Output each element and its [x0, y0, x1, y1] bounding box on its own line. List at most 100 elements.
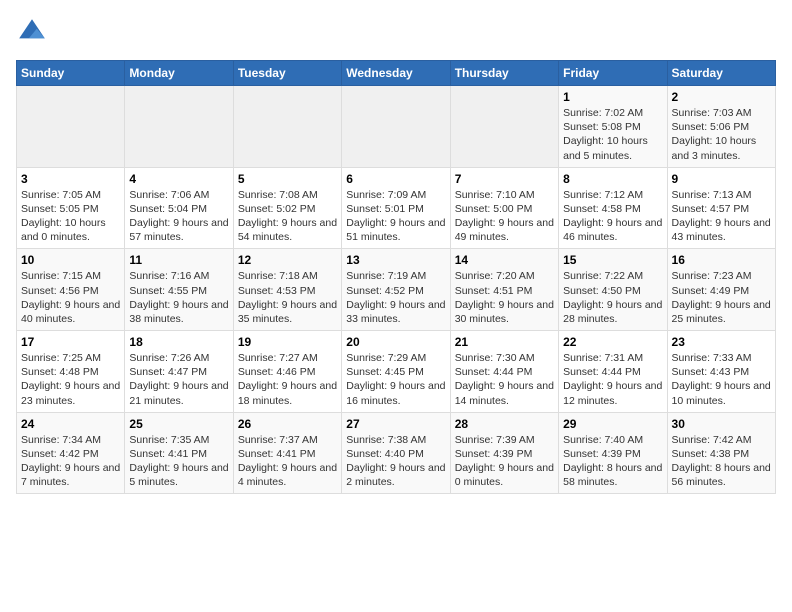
- day-number: 27: [346, 417, 445, 431]
- calendar-cell: 1 Sunrise: 7:02 AMSunset: 5:08 PMDaylight…: [559, 86, 667, 168]
- calendar-week: 17Sunrise: 7:25 AMSunset: 4:48 PMDayligh…: [17, 331, 776, 413]
- calendar-cell: 6 Sunrise: 7:09 AMSunset: 5:01 PMDaylight…: [342, 167, 450, 249]
- day-info: Sunrise: 7:18 AMSunset: 4:53 PMDaylight:…: [238, 269, 337, 326]
- day-number: 13: [346, 253, 445, 267]
- calendar-cell: 11 Sunrise: 7:16 AMSunset: 4:55 PMDayligh…: [125, 249, 233, 331]
- calendar-cell: 2Sunrise: 7:03 AMSunset: 5:06 PMDaylight…: [667, 86, 775, 168]
- day-number: 8: [563, 172, 662, 186]
- calendar-cell: [233, 86, 341, 168]
- day-info: Sunrise: 7:25 AMSunset: 4:48 PMDaylight:…: [21, 351, 120, 408]
- day-number: 5: [238, 172, 337, 186]
- weekday-header: Saturday: [667, 61, 775, 86]
- weekday-header: Monday: [125, 61, 233, 86]
- day-number: 15: [563, 253, 662, 267]
- logo-icon: [16, 16, 48, 48]
- day-info: Sunrise: 7:33 AMSunset: 4:43 PMDaylight:…: [672, 351, 771, 408]
- calendar-cell: 17Sunrise: 7:25 AMSunset: 4:48 PMDayligh…: [17, 331, 125, 413]
- calendar-cell: 29 Sunrise: 7:40 AMSunset: 4:39 PMDayligh…: [559, 412, 667, 494]
- weekday-header: Tuesday: [233, 61, 341, 86]
- day-info: Sunrise: 7:08 AMSunset: 5:02 PMDaylight:…: [238, 188, 337, 245]
- calendar-cell: 12 Sunrise: 7:18 AMSunset: 4:53 PMDayligh…: [233, 249, 341, 331]
- day-number: 6: [346, 172, 445, 186]
- day-number: 21: [455, 335, 554, 349]
- calendar-cell: 13 Sunrise: 7:19 AMSunset: 4:52 PMDayligh…: [342, 249, 450, 331]
- day-number: 19: [238, 335, 337, 349]
- day-info: Sunrise: 7:13 AMSunset: 4:57 PMDaylight:…: [672, 188, 771, 245]
- day-number: 22: [563, 335, 662, 349]
- calendar-cell: 19 Sunrise: 7:27 AMSunset: 4:46 PMDayligh…: [233, 331, 341, 413]
- day-number: 30: [672, 417, 771, 431]
- calendar-cell: 14Sunrise: 7:20 AMSunset: 4:51 PMDayligh…: [450, 249, 558, 331]
- day-info: Sunrise: 7:15 AMSunset: 4:56 PMDaylight:…: [21, 269, 120, 326]
- calendar-cell: 5 Sunrise: 7:08 AMSunset: 5:02 PMDaylight…: [233, 167, 341, 249]
- calendar-cell: 25 Sunrise: 7:35 AMSunset: 4:41 PMDayligh…: [125, 412, 233, 494]
- calendar-week: 24Sunrise: 7:34 AMSunset: 4:42 PMDayligh…: [17, 412, 776, 494]
- calendar-cell: 3 Sunrise: 7:05 AMSunset: 5:05 PMDaylight…: [17, 167, 125, 249]
- day-info: Sunrise: 7:06 AMSunset: 5:04 PMDaylight:…: [129, 188, 228, 245]
- day-info: Sunrise: 7:19 AMSunset: 4:52 PMDaylight:…: [346, 269, 445, 326]
- day-info: Sunrise: 7:09 AMSunset: 5:01 PMDaylight:…: [346, 188, 445, 245]
- calendar-cell: 24Sunrise: 7:34 AMSunset: 4:42 PMDayligh…: [17, 412, 125, 494]
- day-number: 1: [563, 90, 662, 104]
- weekday-row: SundayMondayTuesdayWednesdayThursdayFrid…: [17, 61, 776, 86]
- calendar-cell: 9 Sunrise: 7:13 AMSunset: 4:57 PMDaylight…: [667, 167, 775, 249]
- calendar-cell: 16 Sunrise: 7:23 AMSunset: 4:49 PMDayligh…: [667, 249, 775, 331]
- calendar-cell: 30 Sunrise: 7:42 AMSunset: 4:38 PMDayligh…: [667, 412, 775, 494]
- day-number: 16: [672, 253, 771, 267]
- weekday-header: Thursday: [450, 61, 558, 86]
- day-info: Sunrise: 7:26 AMSunset: 4:47 PMDaylight:…: [129, 351, 228, 408]
- day-number: 7: [455, 172, 554, 186]
- day-number: 10: [21, 253, 120, 267]
- day-number: 4: [129, 172, 228, 186]
- calendar-cell: 18 Sunrise: 7:26 AMSunset: 4:47 PMDayligh…: [125, 331, 233, 413]
- day-info: Sunrise: 7:03 AMSunset: 5:06 PMDaylight:…: [672, 106, 771, 163]
- day-info: Sunrise: 7:35 AMSunset: 4:41 PMDaylight:…: [129, 433, 228, 490]
- day-number: 11: [129, 253, 228, 267]
- calendar-cell: 8 Sunrise: 7:12 AMSunset: 4:58 PMDaylight…: [559, 167, 667, 249]
- day-number: 3: [21, 172, 120, 186]
- calendar-cell: 28 Sunrise: 7:39 AMSunset: 4:39 PMDayligh…: [450, 412, 558, 494]
- day-info: Sunrise: 7:37 AMSunset: 4:41 PMDaylight:…: [238, 433, 337, 490]
- weekday-header: Sunday: [17, 61, 125, 86]
- day-number: 23: [672, 335, 771, 349]
- calendar-cell: 4 Sunrise: 7:06 AMSunset: 5:04 PMDaylight…: [125, 167, 233, 249]
- day-info: Sunrise: 7:42 AMSunset: 4:38 PMDaylight:…: [672, 433, 771, 490]
- calendar-week: 3 Sunrise: 7:05 AMSunset: 5:05 PMDaylight…: [17, 167, 776, 249]
- calendar-cell: 22 Sunrise: 7:31 AMSunset: 4:44 PMDayligh…: [559, 331, 667, 413]
- calendar-cell: 27Sunrise: 7:38 AMSunset: 4:40 PMDayligh…: [342, 412, 450, 494]
- day-info: Sunrise: 7:40 AMSunset: 4:39 PMDaylight:…: [563, 433, 662, 490]
- day-number: 29: [563, 417, 662, 431]
- day-info: Sunrise: 7:05 AMSunset: 5:05 PMDaylight:…: [21, 188, 120, 245]
- day-number: 26: [238, 417, 337, 431]
- day-info: Sunrise: 7:16 AMSunset: 4:55 PMDaylight:…: [129, 269, 228, 326]
- day-info: Sunrise: 7:02 AMSunset: 5:08 PMDaylight:…: [563, 106, 662, 163]
- calendar-cell: [17, 86, 125, 168]
- calendar-table: SundayMondayTuesdayWednesdayThursdayFrid…: [16, 60, 776, 494]
- day-number: 28: [455, 417, 554, 431]
- day-number: 18: [129, 335, 228, 349]
- day-number: 14: [455, 253, 554, 267]
- calendar-cell: [125, 86, 233, 168]
- day-number: 9: [672, 172, 771, 186]
- day-info: Sunrise: 7:27 AMSunset: 4:46 PMDaylight:…: [238, 351, 337, 408]
- day-number: 25: [129, 417, 228, 431]
- calendar-cell: 21 Sunrise: 7:30 AMSunset: 4:44 PMDayligh…: [450, 331, 558, 413]
- day-number: 12: [238, 253, 337, 267]
- day-info: Sunrise: 7:12 AMSunset: 4:58 PMDaylight:…: [563, 188, 662, 245]
- day-info: Sunrise: 7:22 AMSunset: 4:50 PMDaylight:…: [563, 269, 662, 326]
- calendar-cell: 15 Sunrise: 7:22 AMSunset: 4:50 PMDayligh…: [559, 249, 667, 331]
- weekday-header: Friday: [559, 61, 667, 86]
- day-number: 24: [21, 417, 120, 431]
- day-info: Sunrise: 7:30 AMSunset: 4:44 PMDaylight:…: [455, 351, 554, 408]
- day-info: Sunrise: 7:31 AMSunset: 4:44 PMDaylight:…: [563, 351, 662, 408]
- calendar-cell: 20Sunrise: 7:29 AMSunset: 4:45 PMDayligh…: [342, 331, 450, 413]
- calendar-cell: 26 Sunrise: 7:37 AMSunset: 4:41 PMDayligh…: [233, 412, 341, 494]
- day-info: Sunrise: 7:23 AMSunset: 4:49 PMDaylight:…: [672, 269, 771, 326]
- calendar-header: SundayMondayTuesdayWednesdayThursdayFrid…: [17, 61, 776, 86]
- weekday-header: Wednesday: [342, 61, 450, 86]
- calendar-cell: 7Sunrise: 7:10 AMSunset: 5:00 PMDaylight…: [450, 167, 558, 249]
- page-header: [16, 16, 776, 48]
- day-info: Sunrise: 7:39 AMSunset: 4:39 PMDaylight:…: [455, 433, 554, 490]
- calendar-cell: [342, 86, 450, 168]
- day-number: 20: [346, 335, 445, 349]
